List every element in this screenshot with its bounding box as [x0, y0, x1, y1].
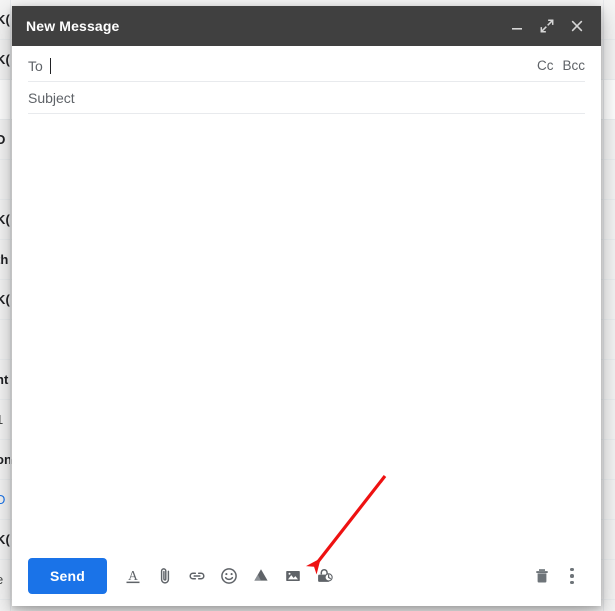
list-item-fragment: K( [0, 52, 10, 67]
list-item-fragment: K( [0, 12, 10, 27]
compose-window-title: New Message [26, 18, 120, 34]
compose-window-header: New Message [12, 6, 601, 46]
send-button[interactable]: Send [28, 558, 108, 594]
list-item-fragment: K( [0, 532, 10, 547]
cc-button[interactable]: Cc [537, 58, 554, 73]
formatting-options-icon[interactable]: A [117, 560, 149, 592]
more-options-icon[interactable] [557, 560, 587, 592]
list-item-fragment: th [0, 252, 9, 267]
to-field-row[interactable]: To Cc Bcc [28, 50, 585, 82]
text-cursor [49, 57, 51, 74]
list-item-fragment: nt [0, 372, 9, 387]
message-body-input[interactable] [12, 114, 601, 546]
compose-right-actions [527, 560, 587, 592]
compose-window: New Message To Cc Bcc Subject Send A [12, 6, 601, 606]
to-field-label: To [28, 57, 43, 74]
bcc-button[interactable]: Bcc [562, 58, 585, 73]
insert-drive-file-icon[interactable] [245, 560, 277, 592]
list-item-fragment: K( [0, 212, 10, 227]
list-item-fragment: D [0, 492, 6, 507]
list-item-fragment: D [0, 132, 6, 147]
list-item-fragment: K( [0, 292, 10, 307]
compose-tool-group: A [117, 560, 341, 592]
list-item-fragment: 1 [0, 412, 3, 427]
attach-file-icon[interactable] [149, 560, 181, 592]
kebab-dots [570, 567, 574, 585]
cc-bcc-group: Cc Bcc [537, 58, 585, 73]
list-item-fragment: e [0, 572, 3, 587]
insert-emoji-icon[interactable] [213, 560, 245, 592]
list-left-divider [10, 0, 11, 611]
list-right-divider [603, 0, 604, 611]
insert-photo-icon[interactable] [277, 560, 309, 592]
subject-field-label: Subject [28, 89, 75, 106]
close-icon[interactable] [563, 12, 591, 40]
minimize-button[interactable] [503, 12, 531, 40]
confidential-mode-icon[interactable] [309, 560, 341, 592]
compose-header-actions [503, 12, 591, 40]
discard-draft-icon[interactable] [527, 560, 557, 592]
expand-button[interactable] [533, 12, 561, 40]
svg-text:A: A [128, 568, 138, 583]
subject-field-row[interactable]: Subject [28, 82, 585, 114]
insert-link-icon[interactable] [181, 560, 213, 592]
screen: K( K( i D K( th K( nt 1 on D K( e y New … [0, 0, 615, 611]
compose-footer-toolbar: Send A [12, 546, 601, 606]
